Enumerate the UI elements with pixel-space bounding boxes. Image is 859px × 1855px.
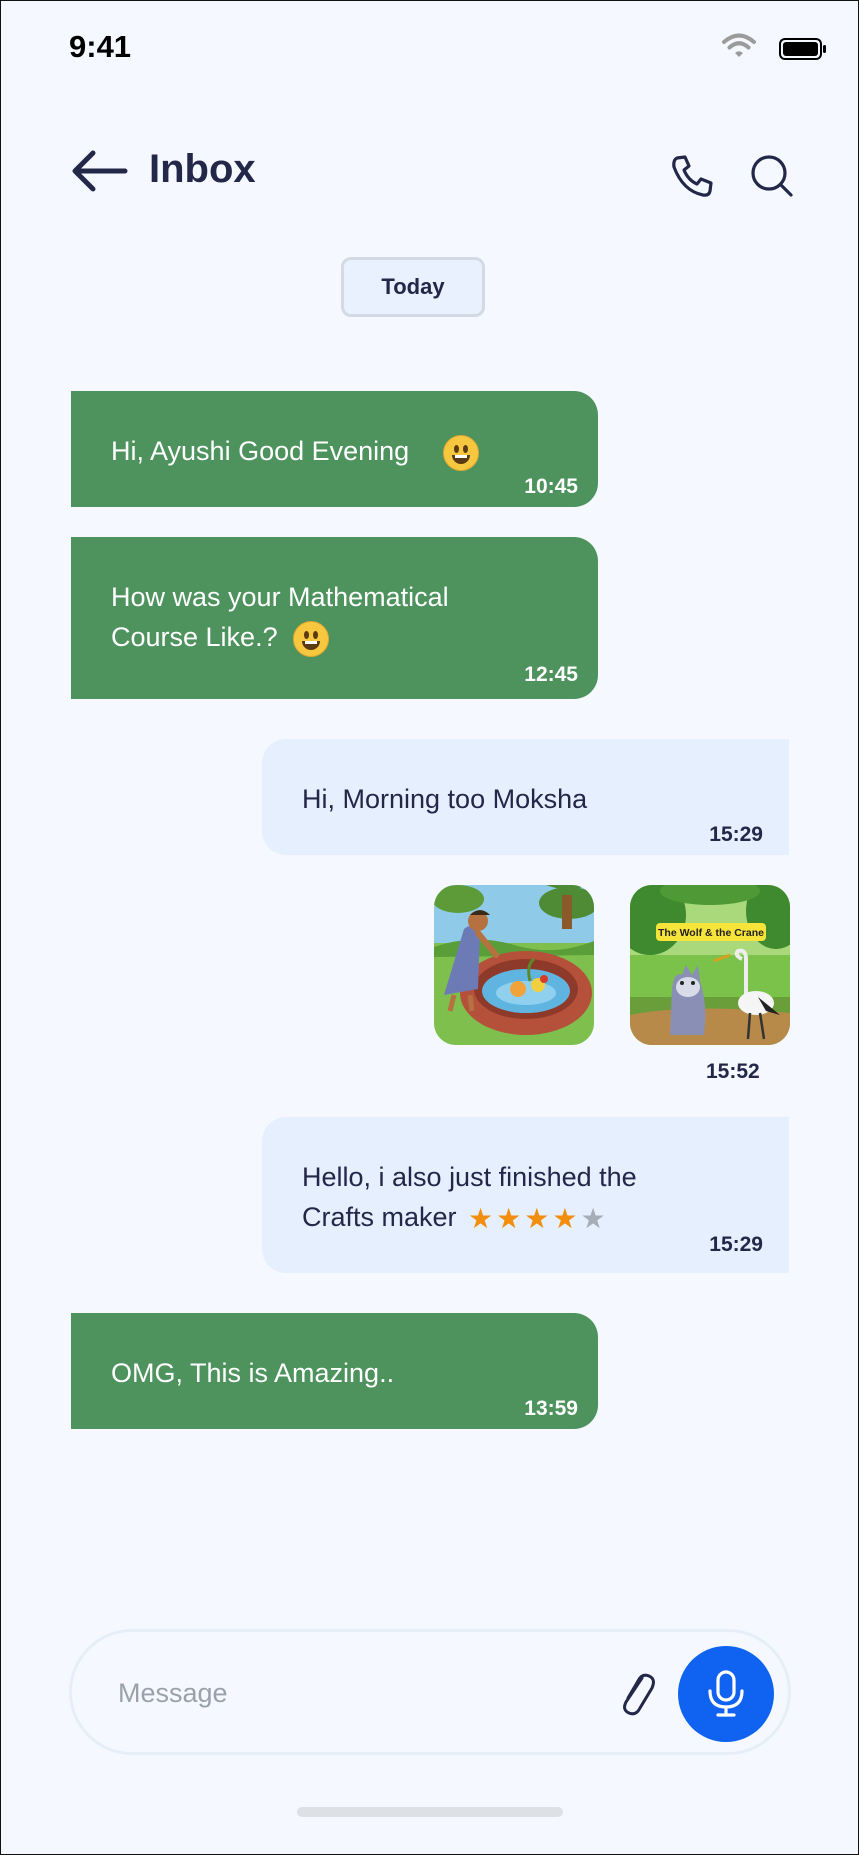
- smile-emoji-icon: [443, 434, 480, 471]
- smile-emoji-icon: [293, 620, 330, 657]
- message-bubble-incoming[interactable]: Hi, Ayushi Good Evening 10:45: [71, 391, 598, 507]
- message-time: 15:29: [709, 1233, 763, 1256]
- message-line: How was your Mathematical: [111, 582, 449, 612]
- well-rescue-illustration: [434, 885, 594, 1045]
- message-line-with-rating: Crafts maker ★ ★ ★ ★ ★: [302, 1197, 749, 1239]
- microphone-button[interactable]: [678, 1646, 774, 1742]
- wifi-icon: [722, 33, 756, 57]
- message-time: 15:29: [709, 823, 763, 846]
- star-icon: ★: [468, 1202, 494, 1234]
- search-button[interactable]: [749, 153, 795, 199]
- image-attachment-wolf-crane[interactable]: The Wolf & the Crane: [630, 885, 790, 1045]
- battery-icon: [779, 38, 826, 60]
- microphone-icon: [708, 1670, 744, 1717]
- paperclip-icon: [623, 1673, 655, 1716]
- image-title-text: The Wolf & the Crane: [658, 927, 764, 939]
- message-time: 13:59: [524, 1397, 578, 1420]
- status-time: 9:41: [69, 29, 132, 64]
- message-body: OMG, This is Amazing..: [111, 1358, 395, 1388]
- message-bubble-incoming[interactable]: How was your Mathematical Course Like.? …: [71, 537, 598, 699]
- message-text: Hello, i also just finished the Crafts m…: [302, 1157, 749, 1239]
- message-bubble-outgoing[interactable]: Hi, Morning too Moksha 15:29: [262, 739, 789, 855]
- star-icon: ★: [496, 1202, 522, 1234]
- message-input[interactable]: [116, 1670, 540, 1716]
- message-time: 10:45: [524, 475, 578, 498]
- header: Inbox: [1, 131, 858, 211]
- star-icon: ★: [580, 1202, 606, 1234]
- message-line: Course Like.?: [111, 622, 278, 652]
- message-line: Crafts maker: [302, 1202, 457, 1232]
- home-indicator: [297, 1807, 563, 1817]
- message-time: 15:52: [706, 1060, 760, 1083]
- date-separator: Today: [341, 257, 485, 317]
- star-rating: ★ ★ ★ ★ ★: [468, 1199, 609, 1239]
- back-arrow-icon: [72, 150, 128, 192]
- phone-screen: 9:41 Inbox Today Hi, Ayushi Good Evening…: [0, 0, 859, 1855]
- call-button[interactable]: [669, 153, 715, 199]
- star-icon: ★: [552, 1202, 578, 1234]
- attach-button[interactable]: [614, 1668, 658, 1718]
- message-composer: [69, 1629, 791, 1755]
- message-body: Hi, Morning too Moksha: [302, 784, 588, 814]
- wolf-and-crane-illustration: The Wolf & the Crane: [630, 885, 790, 1045]
- back-button[interactable]: [69, 149, 129, 193]
- message-text: How was your Mathematical Course Like.?: [111, 577, 558, 657]
- star-icon: ★: [524, 1202, 550, 1234]
- phone-icon: [672, 155, 713, 197]
- image-attachment-well-rescue[interactable]: [434, 885, 594, 1045]
- message-line-with-emoji: Course Like.?: [111, 617, 558, 657]
- message-time: 12:45: [524, 663, 578, 686]
- message-text: Hi, Ayushi Good Evening: [111, 431, 558, 471]
- message-bubble-outgoing[interactable]: Hello, i also just finished the Crafts m…: [262, 1117, 789, 1273]
- search-icon: [751, 155, 793, 197]
- page-title: Inbox: [149, 147, 256, 191]
- status-bar: 9:41: [1, 1, 858, 91]
- message-line: Hello, i also just finished the: [302, 1162, 637, 1192]
- message-bubble-incoming[interactable]: OMG, This is Amazing.. 13:59: [71, 1313, 598, 1429]
- message-body: Hi, Ayushi Good Evening: [111, 436, 410, 466]
